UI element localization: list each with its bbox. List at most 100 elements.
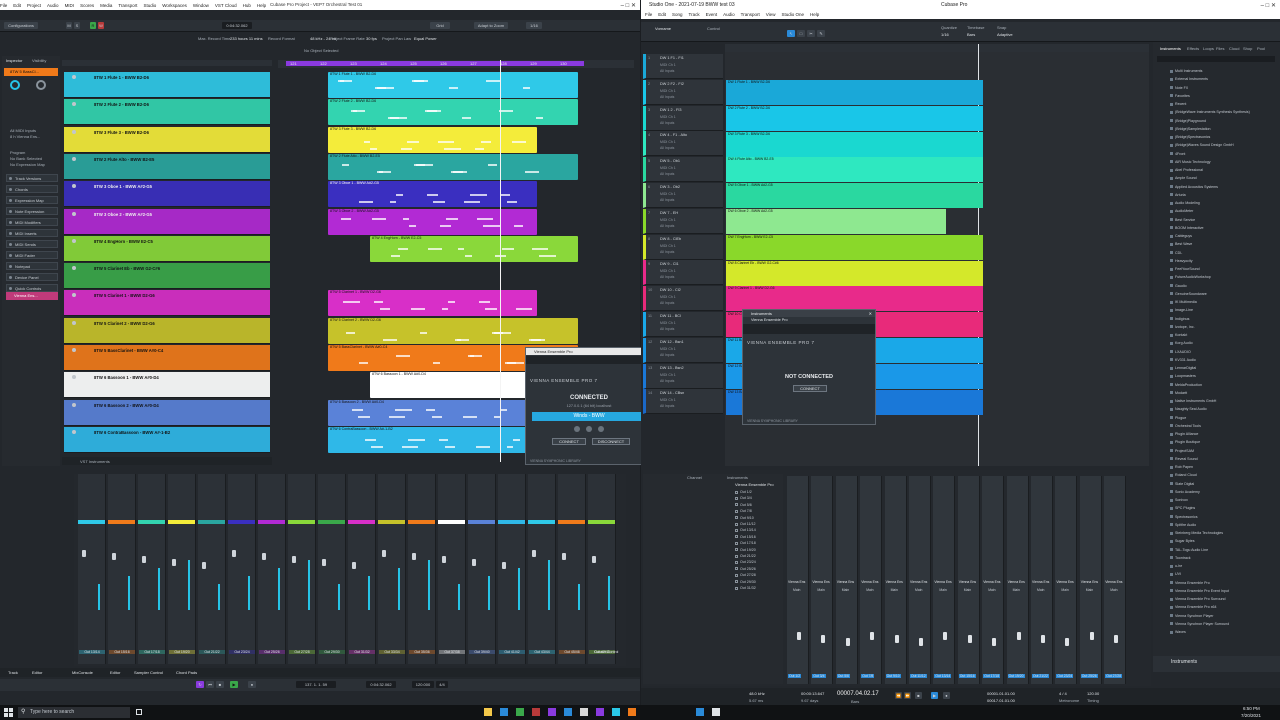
vep-cubase-connect-button[interactable]: CONNECT (552, 438, 586, 445)
s1-track-input[interactable]: All Inputs (660, 69, 674, 73)
s1-note-event[interactable]: DW 3 Flute 3 - BWW B2-D6 (726, 131, 983, 157)
s1-browser-item[interactable]: Toontrack (1170, 556, 1191, 560)
s1-track-input[interactable]: All Inputs (660, 250, 674, 254)
s1-browser-item[interactable]: 4Front (1170, 152, 1185, 156)
s1-browser-tab[interactable]: Loops (1203, 46, 1214, 51)
midi-note[interactable] (488, 163, 497, 166)
record-enable-icon[interactable] (72, 429, 76, 434)
s1-channel-fader[interactable] (870, 632, 875, 640)
checkbox-icon[interactable] (735, 535, 738, 539)
midi-note[interactable] (371, 445, 383, 448)
midi-note[interactable] (426, 408, 435, 411)
cubase-menu-item[interactable]: Transport (118, 3, 137, 8)
vep-cubase-disconnect-button[interactable]: DISCONNECT (592, 438, 630, 445)
midi-note[interactable] (340, 80, 352, 82)
s1-browser-item[interactable]: BOOM Interactive (1170, 226, 1204, 230)
record-enable-icon[interactable] (72, 375, 76, 380)
record-enable-icon[interactable] (72, 266, 76, 271)
bottom-tab[interactable]: Track (8, 670, 18, 675)
s1-channel-fader[interactable] (992, 638, 997, 646)
s1-rewind-button[interactable]: ⏪ (895, 692, 902, 699)
channel-fader[interactable] (352, 562, 356, 569)
s1-browser-item[interactable]: AudioMeter (1170, 209, 1193, 213)
inspector-pan-knob[interactable] (36, 80, 46, 90)
s1-mixer-main-out[interactable]: Main (1061, 588, 1068, 592)
s1-paint-tool[interactable]: ✎ (817, 30, 825, 37)
track-row[interactable]: 8TW 1 Flute 1 - BWW B2-D6 (64, 72, 270, 98)
s1-browser-item[interactable]: CDL (1170, 251, 1182, 255)
vep-cubase-instance[interactable]: Winds - BWW (532, 412, 646, 421)
s1-browser-item[interactable]: Indiginus (1170, 317, 1189, 321)
midi-note[interactable] (372, 217, 386, 220)
track-row[interactable]: 8TW 5 BassClarinet - BWW A#0-C4 (64, 345, 270, 371)
midi-note[interactable] (514, 224, 523, 227)
midi-note[interactable] (462, 117, 471, 120)
s1-play-button[interactable]: ▶ (931, 692, 938, 699)
s1-stop-button[interactable]: ■ (915, 692, 922, 699)
s1-ffwd-button[interactable]: ⏩ (904, 692, 911, 699)
play-button[interactable]: ▶ (230, 681, 238, 688)
record-enable-icon[interactable] (72, 238, 76, 243)
midi-note[interactable] (409, 224, 416, 227)
s1-browser-item[interactable]: Sugar Bytes (1170, 539, 1195, 543)
visibility-tab[interactable]: Visibility (32, 58, 46, 63)
checkbox-icon[interactable] (735, 554, 738, 558)
channel-fader[interactable] (262, 553, 266, 560)
s1-track-midi-channel[interactable]: MIDI Ch 1 (660, 373, 676, 377)
channel-fader[interactable] (532, 550, 536, 557)
playhead[interactable] (500, 60, 501, 462)
s1-browser-item[interactable]: Waves (1170, 630, 1186, 634)
midi-part[interactable]: 8TW 3 Oboe 1 - BWW A#2-G5 (328, 181, 537, 208)
midi-note[interactable] (434, 392, 441, 395)
midi-note[interactable] (475, 147, 484, 150)
s1-browser-item[interactable]: u-he (1170, 564, 1182, 568)
s1-browser-item[interactable]: Naughty Seal Audio (1170, 407, 1207, 411)
s1-note-event[interactable]: DW 1 Flute 1 - BWW B2-D6 (726, 80, 983, 105)
midi-part[interactable]: 8TW 2 Flute 2 - BWW B2-D6 (328, 99, 578, 126)
s1-browser-item[interactable]: Favorites (1170, 94, 1190, 98)
record-enable-icon[interactable] (72, 156, 76, 161)
cubase-menu-item[interactable]: Audio (47, 3, 59, 8)
cycle-range[interactable] (286, 61, 584, 66)
midi-note[interactable] (359, 362, 368, 364)
s1-browser-item[interactable]: FeelYourSound (1170, 267, 1200, 271)
s1-browser-item[interactable]: Note FX (1170, 86, 1188, 90)
s1-note-event[interactable]: DW 7 EngHorn - BWW E2-C5 (726, 234, 983, 260)
inspector-bank[interactable]: No Bank Selected (10, 156, 42, 161)
midi-note[interactable] (507, 362, 524, 364)
s1-note-event[interactable]: DW 2 Flute 2 - BWW B2-D6 (726, 105, 983, 131)
s1-browser-item[interactable]: Spectrasonics (1170, 515, 1198, 519)
checkbox-icon[interactable] (735, 496, 738, 500)
midi-part[interactable]: 8TW 6 Bassoon 1 - BWW A#0-D4 (370, 372, 537, 399)
checkbox-icon[interactable] (735, 548, 738, 552)
transport-tempo[interactable]: 120.000 (412, 681, 434, 688)
cubase-menu-item[interactable]: Scores (80, 3, 94, 8)
go-to-start-button[interactable]: ⏮ (206, 681, 214, 688)
s1-routing-output[interactable]: Out 3/4 (735, 496, 752, 500)
s1-browser-item[interactable]: KV331 Audio (1170, 358, 1196, 362)
midi-note[interactable] (463, 415, 477, 418)
s1-menu-item[interactable]: Studio One (781, 12, 804, 17)
taskbar-icon-3[interactable] (516, 708, 524, 716)
s1-channel-fader[interactable] (845, 638, 850, 646)
midi-note[interactable] (398, 247, 408, 250)
inspector-section[interactable]: Device Panel (6, 273, 58, 281)
s1-mixer-main-out[interactable]: Main (1110, 588, 1117, 592)
taskbar-icon-2[interactable] (500, 708, 508, 716)
s1-track-midi-channel[interactable]: MIDI Ch 1 (660, 166, 676, 170)
midi-note[interactable] (481, 140, 491, 143)
s1-browser-item[interactable]: Vienna Synchron Player Surround (1170, 622, 1229, 626)
s1-track-lane[interactable]: 2 DW 2 F2 - FI2 MIDI Ch 1 All Inputs (643, 79, 723, 105)
midi-note[interactable] (428, 247, 442, 250)
inspector-output[interactable]: 8 h Vienna Ens... (10, 134, 40, 139)
vep-cubase-lock-icon[interactable] (574, 426, 580, 432)
s1-loop-right[interactable]: 00017.01.01.00 (987, 698, 1015, 703)
midi-note[interactable] (457, 338, 469, 341)
read-button[interactable]: R (90, 22, 96, 29)
track-row[interactable]: 8TW 6 ContraBassoon - BWW A#-1-B2 (64, 426, 270, 453)
s1-track-midi-channel[interactable]: MIDI Ch 1 (660, 115, 676, 119)
tray-time[interactable]: 6:50 PM (1243, 706, 1260, 711)
cubase-menu-item[interactable]: Edit (13, 3, 21, 8)
track-row[interactable]: 8TW 5 Clarinet 2 - BWW D2-G6 (64, 317, 270, 344)
s1-browser-item[interactable]: Loopmasters (1170, 374, 1196, 378)
